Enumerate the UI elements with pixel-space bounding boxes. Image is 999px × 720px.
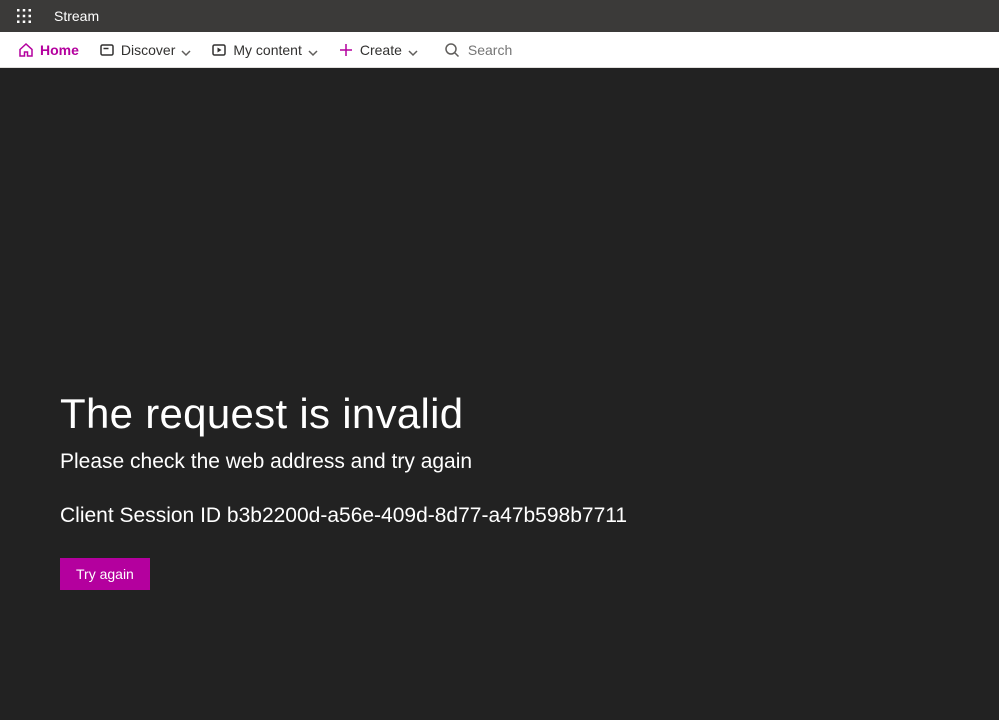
nav-my-content-label: My content: [233, 42, 301, 58]
chevron-down-icon: [408, 45, 418, 55]
search[interactable]: [434, 32, 578, 68]
nav-discover-label: Discover: [121, 42, 175, 58]
search-input[interactable]: [468, 42, 568, 58]
menubar: Home Discover My content Create: [0, 32, 999, 68]
app-launcher-icon[interactable]: [8, 0, 40, 32]
topbar: Stream: [0, 0, 999, 32]
error-title: The request is invalid: [60, 390, 939, 438]
search-icon: [444, 42, 460, 58]
error-content: The request is invalid Please check the …: [0, 68, 999, 720]
my-content-icon: [211, 42, 227, 58]
home-icon: [18, 42, 34, 58]
nav-discover[interactable]: Discover: [89, 32, 201, 68]
error-subtitle: Please check the web address and try aga…: [60, 450, 939, 474]
nav-home-label: Home: [40, 42, 79, 58]
try-again-button[interactable]: Try again: [60, 558, 150, 590]
plus-icon: [338, 42, 354, 58]
error-session-id: Client Session ID b3b2200d-a56e-409d-8d7…: [60, 504, 939, 528]
app-name[interactable]: Stream: [54, 8, 99, 24]
nav-create-label: Create: [360, 42, 402, 58]
nav-my-content[interactable]: My content: [201, 32, 327, 68]
chevron-down-icon: [181, 45, 191, 55]
nav-create[interactable]: Create: [328, 32, 428, 68]
chevron-down-icon: [308, 45, 318, 55]
nav-home[interactable]: Home: [8, 32, 89, 68]
discover-icon: [99, 42, 115, 58]
